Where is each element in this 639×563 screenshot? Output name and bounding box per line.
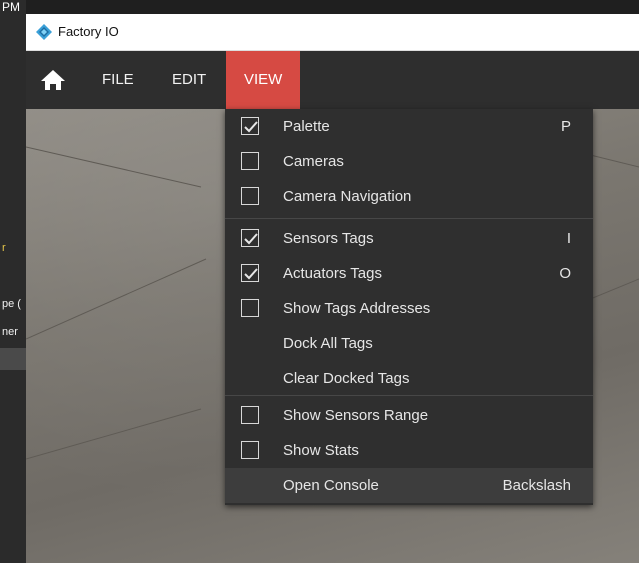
background-text: PM [2, 0, 20, 14]
background-text: ner [2, 326, 18, 338]
view-menu-dropdown: Palette P Cameras Camera Navigation Sens… [225, 109, 593, 505]
checkbox-unchecked[interactable] [241, 441, 259, 459]
menu-item-show-sensors-range[interactable]: Show Sensors Range [225, 398, 593, 433]
menu-item-label: Show Tags Addresses [283, 300, 431, 317]
menu-item-label: Cameras [283, 153, 344, 170]
menu-item-show-tags-addresses[interactable]: Show Tags Addresses [225, 291, 593, 326]
checkbox-checked[interactable] [241, 229, 259, 247]
factory-io-logo-icon [36, 24, 52, 40]
checkbox-unchecked[interactable] [241, 152, 259, 170]
menu-item-label: Actuators Tags [283, 265, 382, 282]
menu-item-show-stats[interactable]: Show Stats [225, 433, 593, 468]
background-text: r [2, 242, 6, 254]
menu-item-open-console[interactable]: Open Console Backslash [225, 468, 593, 503]
menu-file[interactable]: FILE [84, 51, 152, 109]
title-bar: Factory IO [26, 14, 639, 51]
menu-item-palette[interactable]: Palette P [225, 109, 593, 144]
menu-item-label: Palette [283, 118, 330, 135]
menu-item-cameras[interactable]: Cameras [225, 144, 593, 179]
menu-item-shortcut: I [566, 230, 571, 247]
menu-item-shortcut: Backslash [502, 477, 571, 494]
menu-item-label: Dock All Tags [283, 335, 373, 352]
menu-item-label: Show Stats [283, 442, 359, 459]
checkbox-checked[interactable] [241, 117, 259, 135]
menu-bar: FILE EDIT VIEW [26, 51, 639, 109]
window-title: Factory IO [58, 24, 119, 39]
home-icon[interactable] [40, 69, 66, 91]
background-app-panel [0, 0, 26, 563]
menu-item-label: Open Console [283, 477, 379, 494]
checkbox-unchecked[interactable] [241, 187, 259, 205]
menu-item-sensors-tags[interactable]: Sensors Tags I [225, 221, 593, 256]
menu-item-shortcut: P [560, 118, 571, 135]
checkbox-unchecked[interactable] [241, 406, 259, 424]
menu-item-label: Clear Docked Tags [283, 370, 410, 387]
factory-io-window: Factory IO FILE EDIT VIEW Palette P Came… [26, 14, 639, 563]
menu-item-label: Sensors Tags [283, 230, 374, 247]
background-text: pe ( [2, 298, 21, 310]
background-window-strip [0, 0, 639, 14]
checkbox-unchecked[interactable] [241, 299, 259, 317]
menu-item-dock-all-tags[interactable]: Dock All Tags [225, 326, 593, 361]
background-row [0, 348, 26, 370]
menu-item-label: Show Sensors Range [283, 407, 429, 424]
menu-separator [225, 218, 593, 219]
menu-item-clear-docked-tags[interactable]: Clear Docked Tags [225, 361, 593, 396]
menu-item-camera-navigation[interactable]: Camera Navigation [225, 179, 593, 214]
menu-item-actuators-tags[interactable]: Actuators Tags O [225, 256, 593, 291]
menu-item-label: Camera Navigation [283, 188, 412, 205]
menu-view[interactable]: VIEW [226, 51, 301, 109]
menu-item-shortcut: O [559, 265, 571, 282]
checkbox-checked[interactable] [241, 264, 259, 282]
menu-edit[interactable]: EDIT [154, 51, 224, 109]
menu-separator [225, 395, 593, 396]
